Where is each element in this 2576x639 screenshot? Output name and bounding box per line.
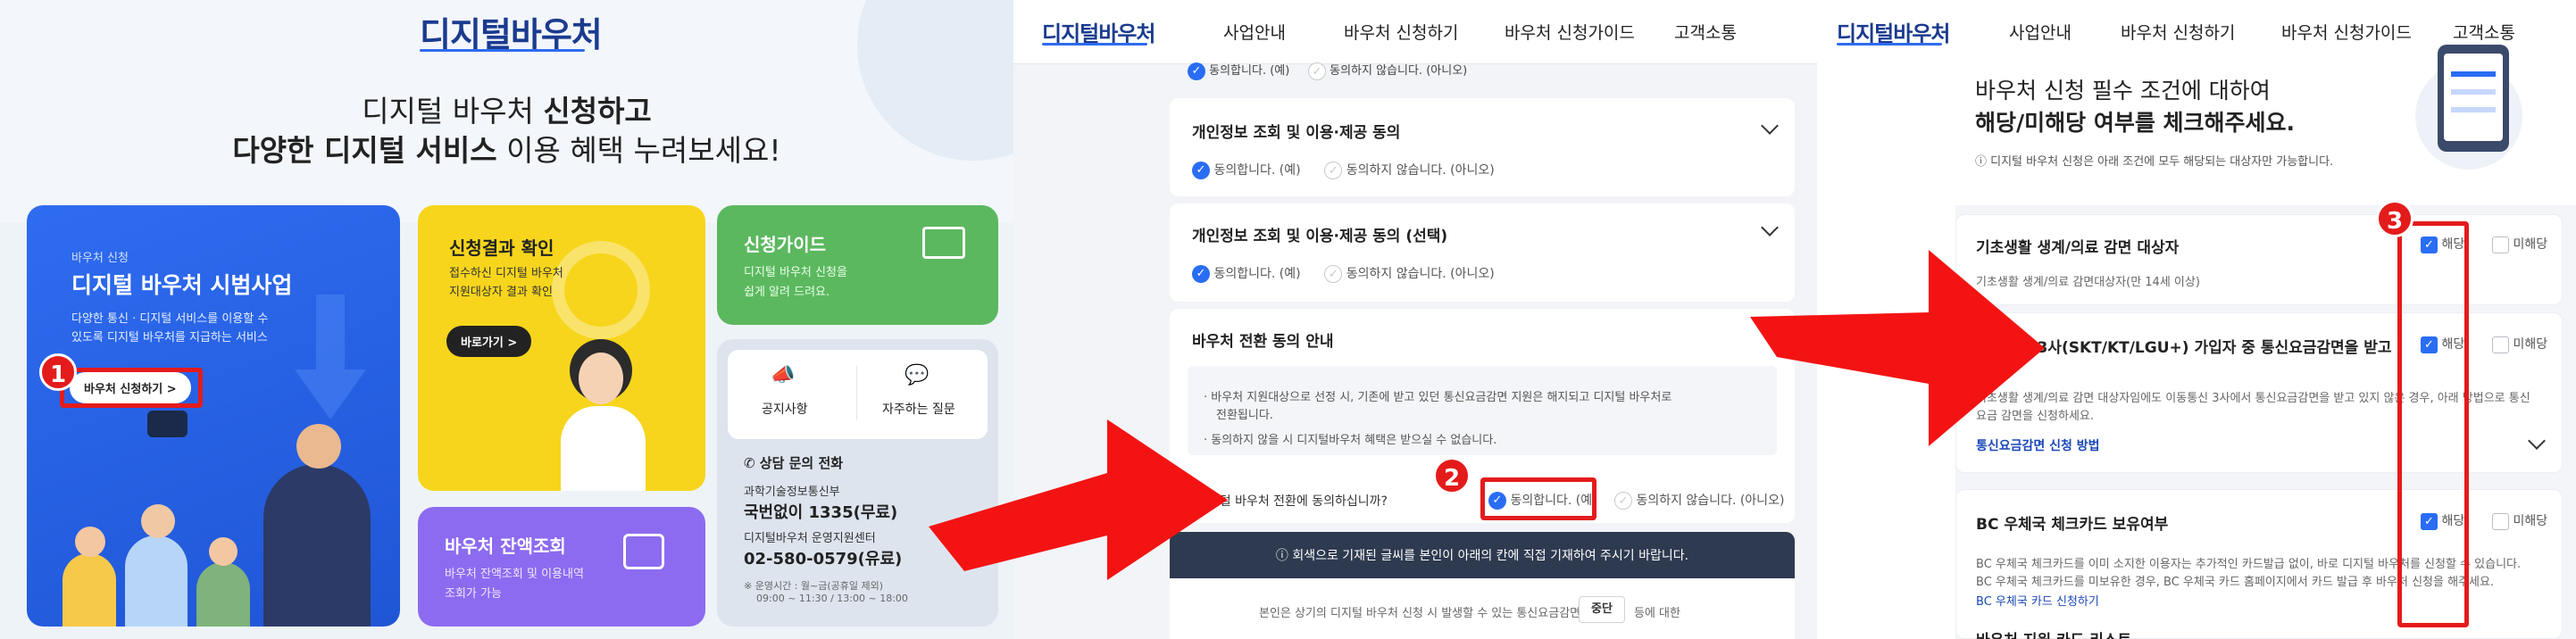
- arrow-1-to-2: [929, 419, 1228, 580]
- flow-arrows: [929, 250, 2045, 580]
- arrow-2-to-3: [1750, 250, 2045, 446]
